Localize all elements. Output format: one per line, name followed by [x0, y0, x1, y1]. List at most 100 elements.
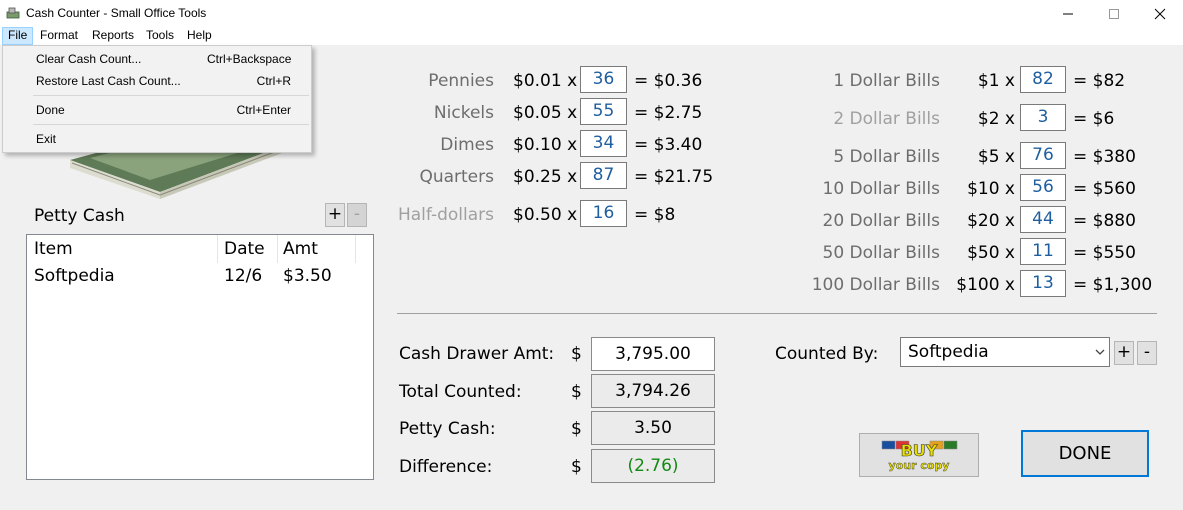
bill-count-input[interactable]: 44 [1020, 206, 1066, 233]
bill-total: = $6 [1073, 109, 1115, 129]
buy-banner-icon: BUY your copy [881, 441, 958, 472]
column-header-item[interactable]: Item [34, 239, 73, 259]
menu-separator [33, 124, 309, 125]
coin-total: = $3.40 [634, 135, 703, 155]
bill-label: 1 Dollar Bills [833, 71, 940, 91]
menu-bar: File Format Reports Tools Help [0, 27, 1183, 45]
difference-currency: $ [571, 457, 582, 477]
bill-total: = $560 [1073, 179, 1136, 199]
close-button[interactable] [1137, 0, 1183, 27]
coin-total: = $2.75 [634, 103, 703, 123]
bill-count-input[interactable]: 11 [1020, 238, 1066, 265]
coin-count-input[interactable]: 16 [580, 200, 627, 227]
coin-total: = $0.36 [634, 71, 703, 91]
coin-price: $0.10 x [513, 135, 578, 155]
buy-button[interactable]: BUY your copy [859, 433, 979, 477]
menu-exit[interactable]: Exit [3, 128, 311, 150]
column-divider [217, 235, 218, 263]
counted-by-select[interactable]: Softpedia [900, 337, 1110, 367]
bill-total: = $1,300 [1073, 275, 1153, 295]
minimize-button[interactable] [1045, 0, 1091, 27]
title-bar: Cash Counter - Small Office Tools [0, 0, 1183, 27]
coin-total: = $21.75 [634, 167, 714, 187]
bill-price: $20 x [967, 211, 1015, 231]
bill-price: $10 x [967, 179, 1015, 199]
cash-drawer-currency: $ [571, 344, 582, 364]
bill-count-input[interactable]: 82 [1020, 66, 1066, 93]
coin-label: Quarters [419, 167, 494, 187]
petty-cash-total-label: Petty Cash: [399, 419, 496, 439]
maximize-icon [1109, 9, 1119, 19]
coin-count-input[interactable]: 55 [580, 98, 627, 125]
buy-line1: BUY [901, 441, 938, 460]
coin-total: = $8 [634, 205, 676, 225]
coin-label: Half-dollars [397, 205, 494, 225]
coin-count-input[interactable]: 36 [580, 66, 627, 93]
menu-separator [33, 95, 309, 96]
bill-total: = $82 [1073, 71, 1126, 91]
coin-count-input[interactable]: 87 [580, 162, 627, 189]
menu-help[interactable]: Help [182, 27, 217, 45]
done-button[interactable]: DONE [1021, 430, 1149, 477]
menu-file[interactable]: File [2, 27, 34, 45]
bill-count-input[interactable]: 3 [1020, 104, 1066, 131]
coin-price: $0.25 x [513, 167, 578, 187]
bill-label: 5 Dollar Bills [833, 147, 940, 167]
coin-count-input[interactable]: 34 [580, 130, 627, 157]
bill-count-input[interactable]: 56 [1020, 174, 1066, 201]
bill-price: $100 x [956, 275, 1015, 295]
counted-by-remove-button[interactable]: - [1137, 341, 1157, 365]
menu-format[interactable]: Format [35, 27, 83, 45]
minimize-icon [1063, 13, 1073, 15]
counted-by-add-button[interactable]: + [1114, 341, 1134, 365]
difference-label: Difference: [399, 457, 493, 477]
menu-done[interactable]: Done Ctrl+Enter [3, 99, 311, 121]
coin-label: Pennies [428, 71, 494, 91]
bill-price: $2 x [977, 109, 1015, 129]
coin-price: $0.05 x [513, 103, 578, 123]
bill-label: 20 Dollar Bills [822, 211, 940, 231]
petty-cash-add-button[interactable]: + [325, 203, 345, 227]
row-item: Softpedia [34, 266, 115, 286]
petty-cash-remove-button[interactable]: - [347, 203, 367, 227]
cash-drawer-label: Cash Drawer Amt: [399, 344, 555, 364]
bill-total: = $550 [1073, 243, 1136, 263]
coin-price: $0.50 x [513, 205, 578, 225]
column-header-date[interactable]: Date [224, 239, 265, 259]
bill-count-input[interactable]: 13 [1020, 270, 1066, 297]
bill-label: 2 Dollar Bills [833, 109, 940, 129]
bill-price: $5 x [977, 147, 1015, 167]
bill-total: = $380 [1073, 147, 1136, 167]
petty-cash-total-value: 3.50 [591, 411, 715, 445]
menu-tools[interactable]: Tools [141, 27, 179, 45]
column-divider [277, 235, 278, 263]
section-divider [397, 313, 1157, 314]
petty-cash-list[interactable]: Item Date Amt Softpedia 12/6 $3.50 [26, 234, 374, 480]
chevron-down-icon [1095, 349, 1105, 355]
coin-label: Dimes [440, 135, 494, 155]
difference-value: (2.76) [591, 449, 715, 483]
petty-cash-total-currency: $ [571, 419, 582, 439]
bill-count-input[interactable]: 76 [1020, 142, 1066, 169]
bill-label: 10 Dollar Bills [822, 179, 940, 199]
menu-clear-cash-count[interactable]: Clear Cash Count... Ctrl+Backspace [3, 48, 311, 70]
bill-price: $50 x [967, 243, 1015, 263]
window-title: Cash Counter - Small Office Tools [26, 6, 207, 20]
row-date: 12/6 [224, 266, 263, 286]
menu-restore-last-cash-count[interactable]: Restore Last Cash Count... Ctrl+R [3, 70, 311, 92]
menu-reports[interactable]: Reports [87, 27, 139, 45]
coin-price: $0.01 x [513, 71, 578, 91]
total-counted-value: 3,794.26 [591, 374, 715, 408]
column-header-amt[interactable]: Amt [283, 239, 318, 259]
bill-total: = $880 [1073, 211, 1136, 231]
coin-label: Nickels [433, 103, 494, 123]
close-icon [1154, 8, 1166, 20]
row-amt: $3.50 [283, 266, 332, 286]
total-counted-currency: $ [571, 382, 582, 402]
counted-by-value: Softpedia [908, 342, 989, 362]
cash-drawer-input[interactable]: 3,795.00 [591, 337, 715, 371]
maximize-button[interactable] [1091, 0, 1137, 27]
bill-price: $1 x [977, 71, 1015, 91]
column-divider [355, 235, 356, 263]
bill-label: 50 Dollar Bills [822, 243, 940, 263]
